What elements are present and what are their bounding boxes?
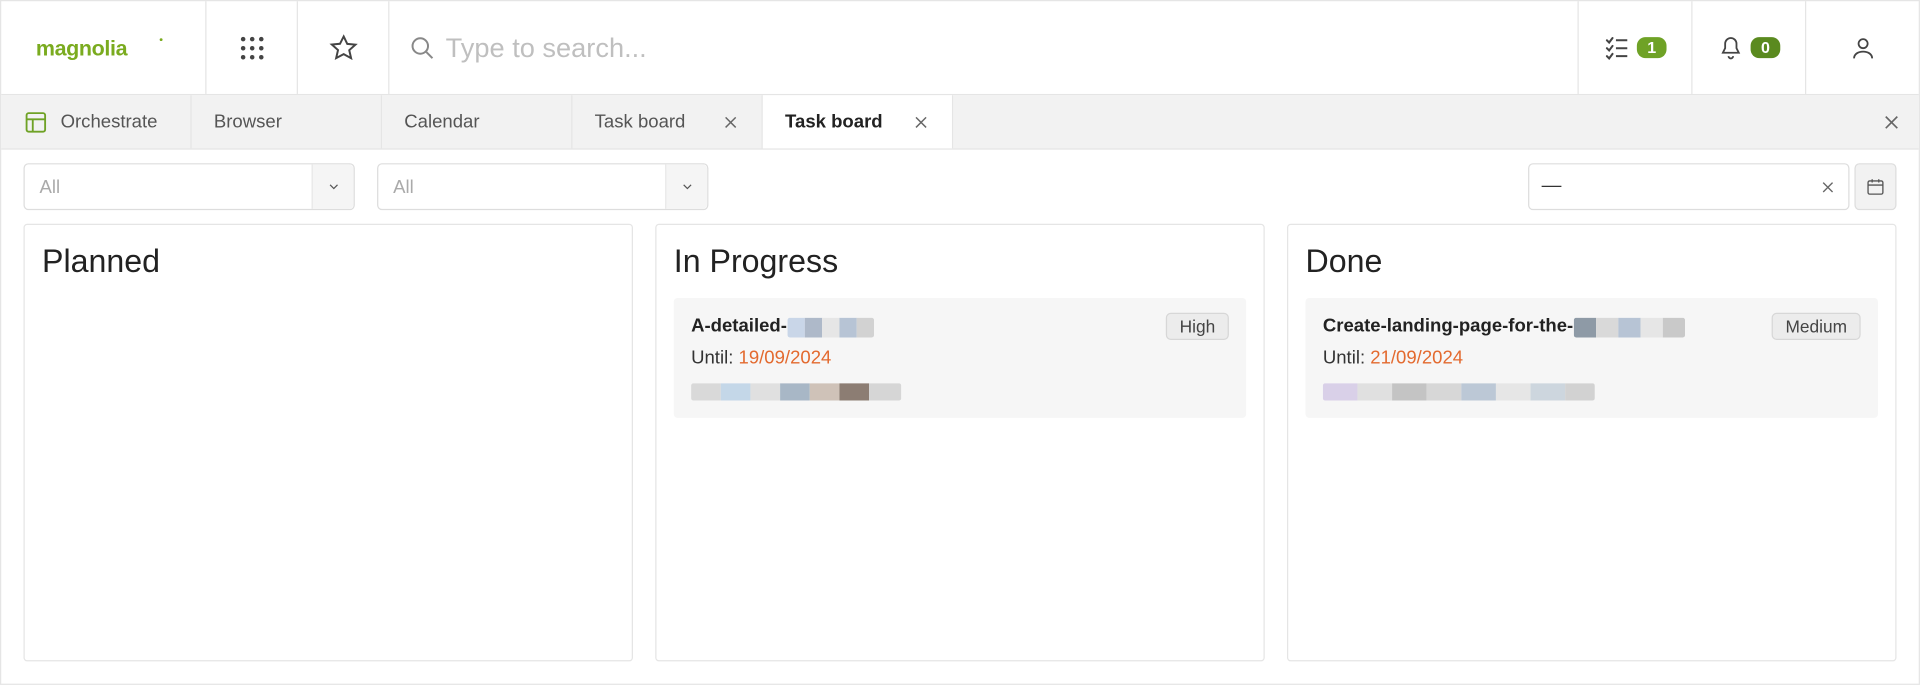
calendar-icon xyxy=(1866,177,1886,197)
close-icon xyxy=(912,113,929,130)
tab-label: Browser xyxy=(214,111,282,132)
notifications-badge: 0 xyxy=(1751,37,1780,58)
card-header: A-detailed- High xyxy=(691,313,1229,340)
until-date: 21/09/2024 xyxy=(1370,347,1463,368)
tab-label: Task board xyxy=(595,111,686,132)
user-icon xyxy=(1849,34,1876,61)
search-icon xyxy=(409,34,436,61)
tab-app-orchestrate[interactable]: Orchestrate xyxy=(1,95,191,148)
date-value: — xyxy=(1542,176,1820,198)
tasks-button[interactable]: 1 xyxy=(1578,1,1692,94)
card-title: Create-landing-page-for-the- xyxy=(1323,316,1685,337)
priority-badge: Medium xyxy=(1772,313,1861,340)
star-icon xyxy=(328,33,358,63)
chevron-down-icon xyxy=(326,179,341,194)
select-toggle[interactable] xyxy=(665,164,707,209)
magnolia-logo-icon: magnolia xyxy=(35,30,171,65)
tab-task-board-2[interactable]: Task board xyxy=(763,95,953,148)
tab-label: Orchestrate xyxy=(61,111,158,132)
header-right: 1 0 xyxy=(1578,1,1919,94)
column-in-progress[interactable]: In Progress A-detailed- High Until: 19/0… xyxy=(655,224,1264,662)
redacted-text xyxy=(787,317,874,337)
orchestrate-icon xyxy=(23,109,48,134)
close-icon xyxy=(1882,112,1902,132)
app-launcher-button[interactable] xyxy=(206,1,297,94)
app-header: magnolia xyxy=(1,1,1919,95)
task-card[interactable]: Create-landing-page-for-the- Medium Unti… xyxy=(1306,298,1878,418)
logo[interactable]: magnolia xyxy=(1,1,206,94)
tab-browser[interactable]: Browser xyxy=(192,95,382,148)
search-area xyxy=(389,1,1577,94)
until-label: Until: xyxy=(691,347,733,368)
select-label: All xyxy=(378,176,665,197)
card-title-text: Create-landing-page-for-the- xyxy=(1323,316,1573,337)
date-filter: — xyxy=(1528,163,1896,210)
checklist-icon xyxy=(1604,34,1631,61)
redacted-text xyxy=(1323,381,1861,403)
select-toggle[interactable] xyxy=(312,164,354,209)
search-input[interactable] xyxy=(436,32,1558,64)
card-title: A-detailed- xyxy=(691,316,873,337)
task-board: Planned In Progress A-detailed- High Unt… xyxy=(1,224,1919,684)
until-date: 19/09/2024 xyxy=(739,347,832,368)
user-button[interactable] xyxy=(1805,1,1919,94)
task-card[interactable]: A-detailed- High Until: 19/09/2024 xyxy=(674,298,1246,418)
redacted-text xyxy=(691,381,1229,403)
tasks-badge: 1 xyxy=(1637,37,1666,58)
tab-label: Calendar xyxy=(404,111,479,132)
filter-select-2[interactable]: All xyxy=(377,163,708,210)
column-title: In Progress xyxy=(674,242,1246,280)
filter-bar: All All — xyxy=(1,150,1919,224)
until-label: Until: xyxy=(1323,347,1365,368)
date-range-input[interactable]: — xyxy=(1528,163,1849,210)
close-icon xyxy=(722,113,739,130)
card-deadline: Until: 19/09/2024 xyxy=(691,347,1229,368)
grid-icon xyxy=(238,34,265,61)
notifications-button[interactable]: 0 xyxy=(1691,1,1805,94)
bell-icon xyxy=(1718,34,1745,61)
chevron-down-icon xyxy=(679,179,694,194)
tab-close-button[interactable] xyxy=(912,113,929,130)
column-done[interactable]: Done Create-landing-page-for-the- Medium… xyxy=(1287,224,1896,662)
tab-close-button[interactable] xyxy=(722,113,739,130)
date-clear-button[interactable] xyxy=(1820,179,1836,195)
filter-select-1[interactable]: All xyxy=(23,163,354,210)
tab-bar: Orchestrate Browser Calendar Task board … xyxy=(1,95,1919,149)
select-label: All xyxy=(25,176,312,197)
tabs-close-all-button[interactable] xyxy=(1864,95,1918,148)
tab-label: Task board xyxy=(785,111,883,132)
column-title: Planned xyxy=(42,242,614,280)
app-root: magnolia xyxy=(0,0,1920,685)
card-header: Create-landing-page-for-the- Medium xyxy=(1323,313,1861,340)
redacted-text xyxy=(1573,317,1684,337)
priority-badge: High xyxy=(1166,313,1229,340)
tabs-spacer xyxy=(953,95,1864,148)
card-title-text: A-detailed- xyxy=(691,316,787,337)
card-deadline: Until: 21/09/2024 xyxy=(1323,347,1861,368)
tab-calendar[interactable]: Calendar xyxy=(382,95,572,148)
tab-task-board-1[interactable]: Task board xyxy=(572,95,762,148)
close-icon xyxy=(1820,179,1836,195)
column-planned[interactable]: Planned xyxy=(23,224,632,662)
favorites-button[interactable] xyxy=(298,1,389,94)
date-picker-button[interactable] xyxy=(1854,163,1896,210)
column-title: Done xyxy=(1306,242,1878,280)
svg-text:magnolia: magnolia xyxy=(35,36,128,60)
